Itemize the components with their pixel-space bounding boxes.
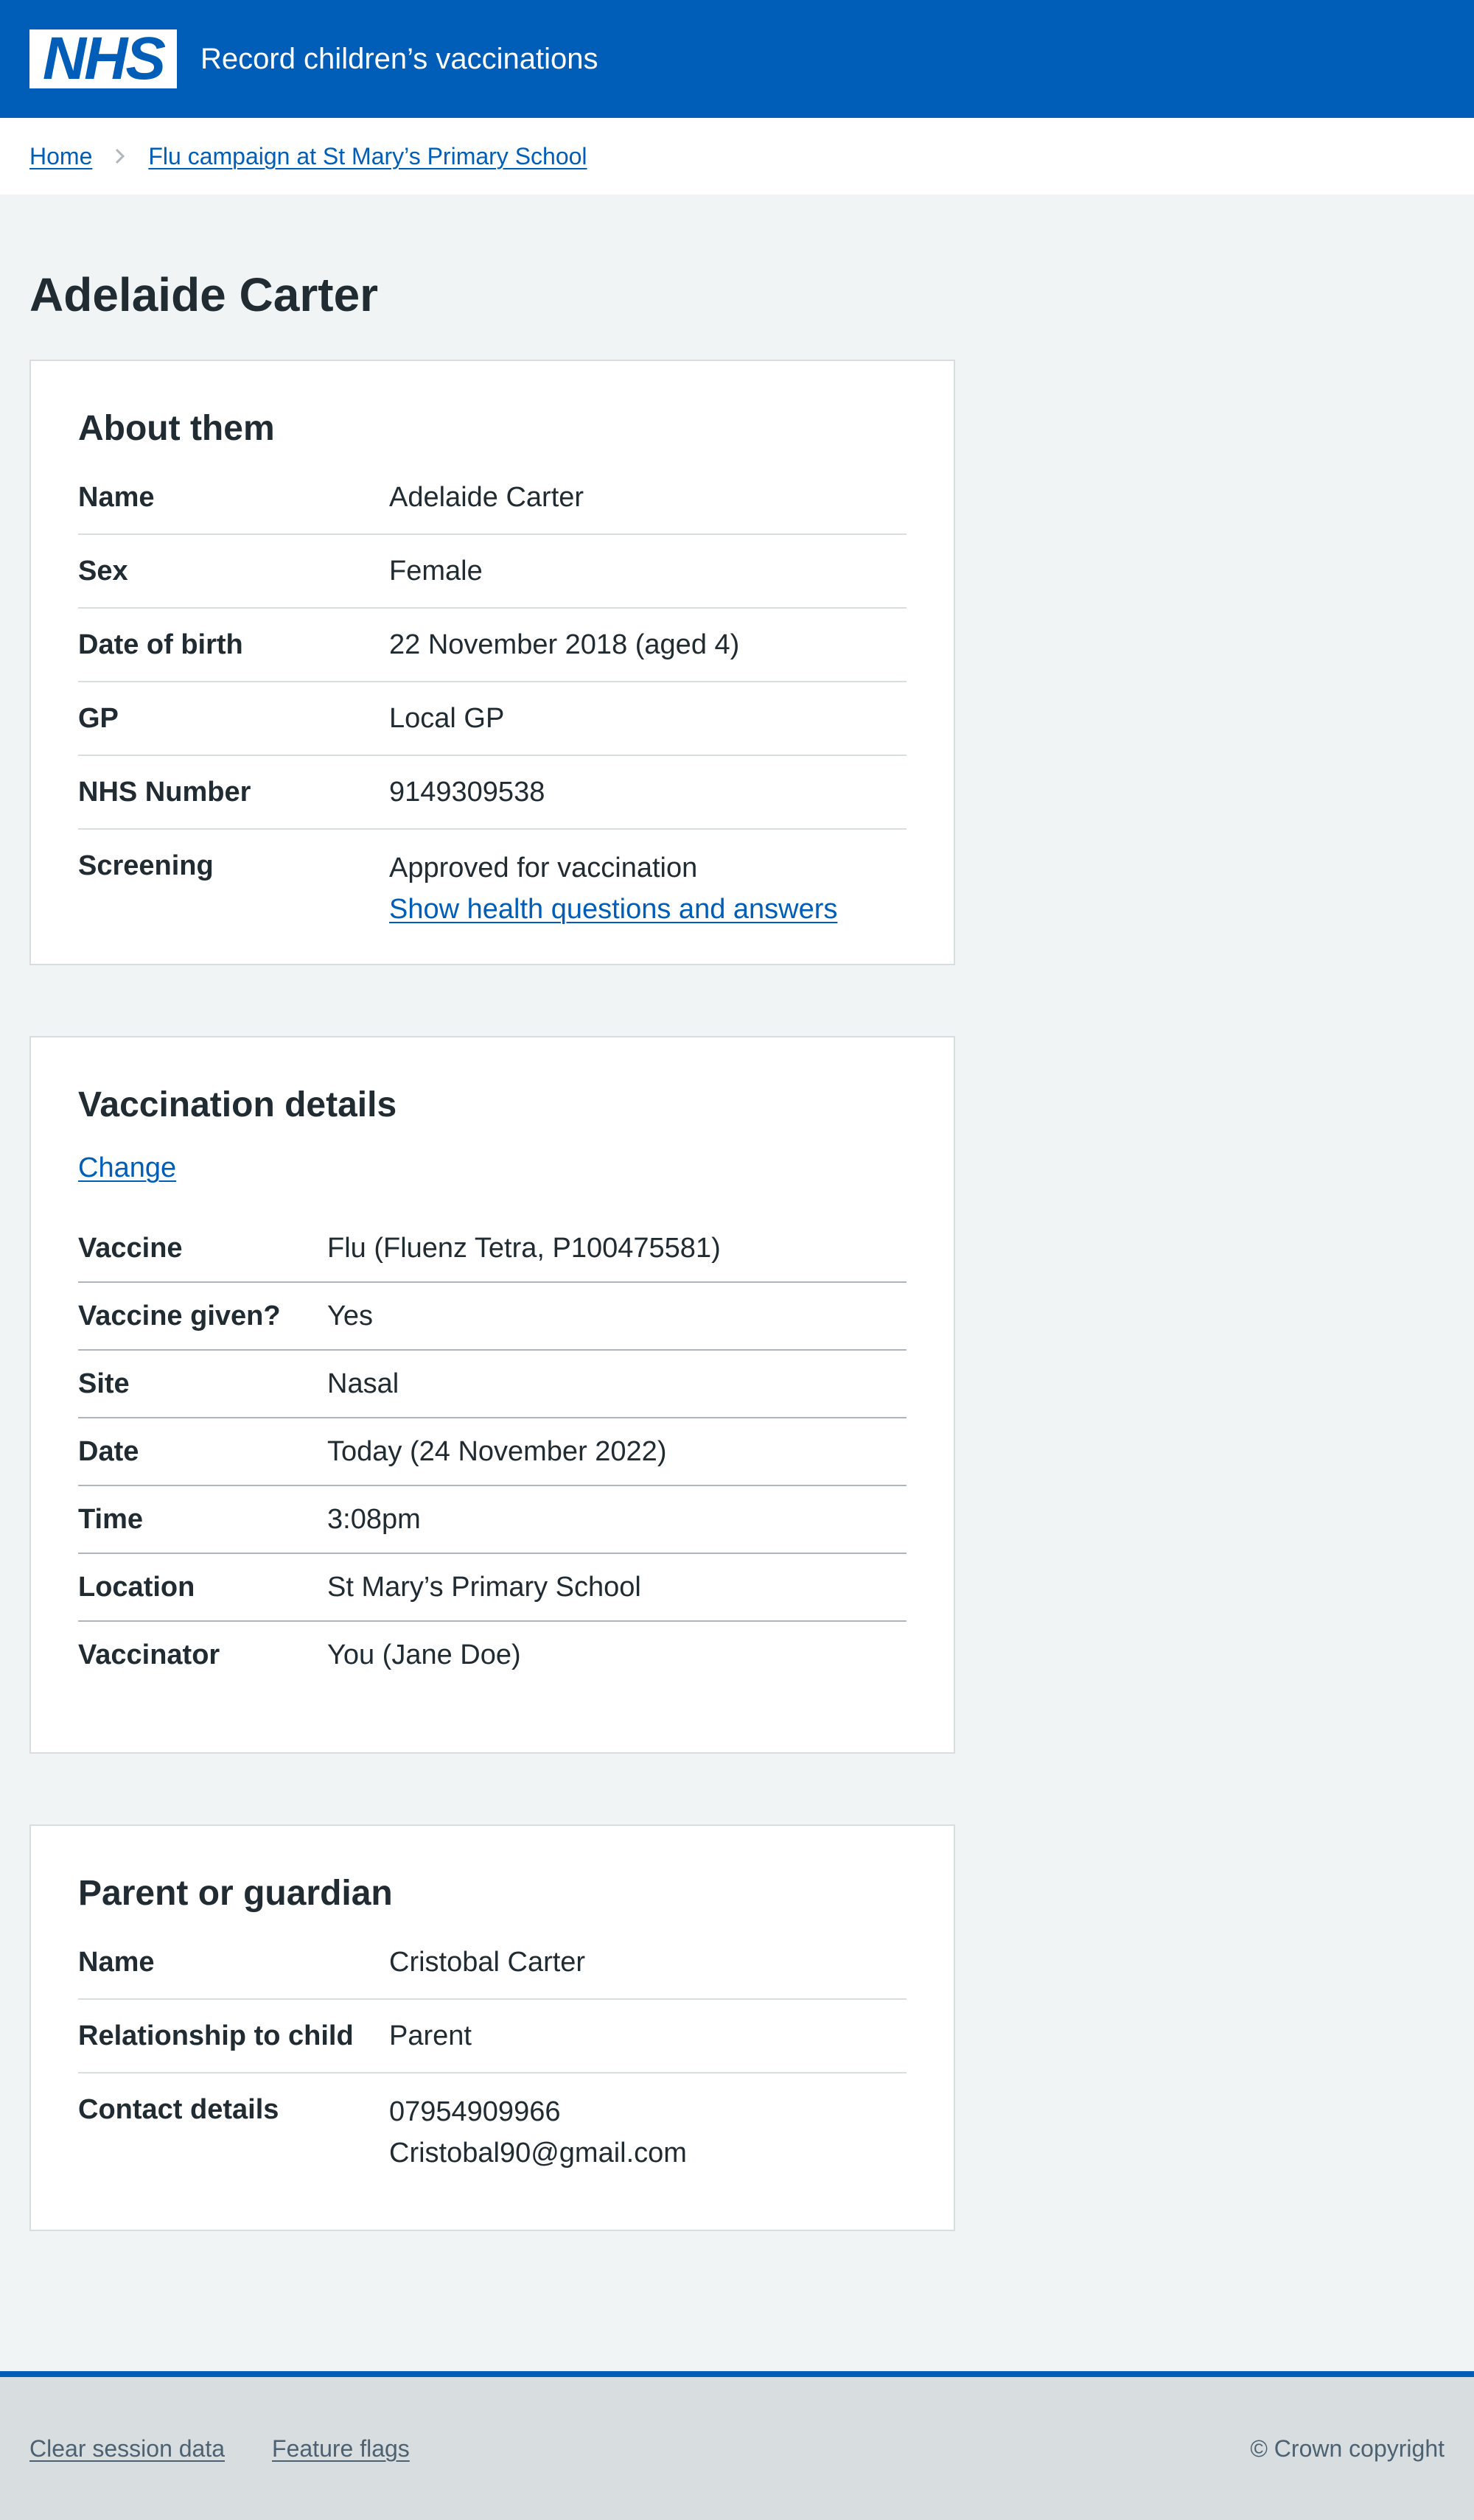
show-health-answers-link[interactable]: Show health questions and answers [389,894,837,925]
row-value: St Mary’s Primary School [327,1572,641,1603]
screening-status: Approved for vaccination [389,853,698,883]
summary-row-gp: GP Local GP [78,682,907,756]
row-label: Name [78,1947,155,1978]
summary-row-nhs-number: NHS Number 9149309538 [78,756,907,830]
feature-flags-link[interactable]: Feature flags [272,2435,410,2463]
summary-row-contact-details: Contact details 07954909966 Cristobal90@… [78,2073,907,2191]
about-them-heading: About them [78,409,275,448]
row-value: Flu (Fluenz Tetra, P100475581) [327,1233,721,1264]
row-value: 9149309538 [389,777,545,808]
about-them-card: About them Name Adelaide Carter Sex Fema… [29,360,955,965]
row-value: Adelaide Carter [389,482,584,513]
row-label: Site [78,1368,130,1399]
nhs-logo-text: NHS [42,25,166,92]
row-value: Parent [389,2020,472,2051]
row-label: Screening [78,850,214,881]
row-value: 22 November 2018 (aged 4) [389,629,740,660]
summary-row-relationship: Relationship to child Parent [78,2000,907,2073]
breadcrumb-home-link[interactable]: Home [29,143,92,170]
row-label: Location [78,1572,195,1603]
row-label: Vaccine given? [78,1301,281,1331]
parent-guardian-heading: Parent or guardian [78,1874,393,1913]
row-label: Time [78,1504,144,1535]
summary-row-name: Name Adelaide Carter [78,479,907,535]
chevron-right-icon [114,148,126,164]
row-label: NHS Number [78,777,251,808]
row-label: Sex [78,556,128,587]
summary-row-sex: Sex Female [78,535,907,609]
site-header: NHS Record children’s vaccinations [0,0,1474,118]
summary-row-date-of-birth: Date of birth 22 November 2018 (aged 4) [78,609,907,682]
row-value: Nasal [327,1368,399,1399]
change-link[interactable]: Change [78,1152,176,1184]
parent-guardian-card: Parent or guardian Name Cristobal Carter… [29,1824,955,2231]
row-value: Today (24 November 2022) [327,1436,667,1467]
breadcrumb-campaign-link[interactable]: Flu campaign at St Mary’s Primary School [148,143,587,170]
row-label: Vaccinator [78,1639,220,1670]
row-label: Date [78,1436,139,1467]
row-value: 3:08pm [327,1504,421,1535]
nhs-logo[interactable]: NHS [29,25,177,92]
page-title: Adelaide Carter [29,268,379,321]
row-label: Contact details [78,2094,279,2125]
row-label: Relationship to child [78,2020,354,2051]
summary-row-date: Date Today (24 November 2022) [78,1418,907,1486]
service-name[interactable]: Record children’s vaccinations [200,43,598,76]
guardian-email: Cristobal90@gmail.com [389,2138,687,2169]
row-value: Approved for vaccination Show health que… [389,847,907,930]
summary-row-location: Location St Mary’s Primary School [78,1554,907,1622]
summary-row-site: Site Nasal [78,1351,907,1418]
summary-row-guardian-name: Name Cristobal Carter [78,1944,907,2000]
clear-session-link[interactable]: Clear session data [29,2435,225,2463]
vaccination-details-list: Vaccine Flu (Fluenz Tetra, P100475581) V… [78,1230,907,1688]
row-value: Cristobal Carter [389,1947,586,1978]
summary-row-vaccine: Vaccine Flu (Fluenz Tetra, P100475581) [78,1230,907,1283]
about-them-list: Name Adelaide Carter Sex Female Date of … [78,479,907,948]
row-label: Vaccine [78,1233,183,1264]
site-footer: Clear session data Feature flags © Crown… [0,2371,1474,2520]
row-value: Yes [327,1301,373,1331]
row-value: 07954909966 Cristobal90@gmail.com [389,2091,907,2174]
copyright-text: © Crown copyright [1250,2435,1445,2462]
breadcrumb: Home Flu campaign at St Mary’s Primary S… [0,118,1474,195]
summary-row-time: Time 3:08pm [78,1486,907,1554]
row-value: Local GP [389,703,505,734]
row-value: You (Jane Doe) [327,1639,521,1670]
row-value: Female [389,556,483,587]
row-label: GP [78,703,119,734]
vaccination-details-card: Vaccination details Change Vaccine Flu (… [29,1036,955,1754]
summary-row-vaccinator: Vaccinator You (Jane Doe) [78,1622,907,1688]
summary-row-screening: Screening Approved for vaccination Show … [78,830,907,948]
guardian-phone: 07954909966 [389,2096,561,2127]
vaccination-details-heading: Vaccination details [78,1085,397,1124]
row-label: Name [78,482,155,513]
summary-row-vaccine-given: Vaccine given? Yes [78,1283,907,1351]
row-label: Date of birth [78,629,243,660]
parent-guardian-list: Name Cristobal Carter Relationship to ch… [78,1944,907,2191]
